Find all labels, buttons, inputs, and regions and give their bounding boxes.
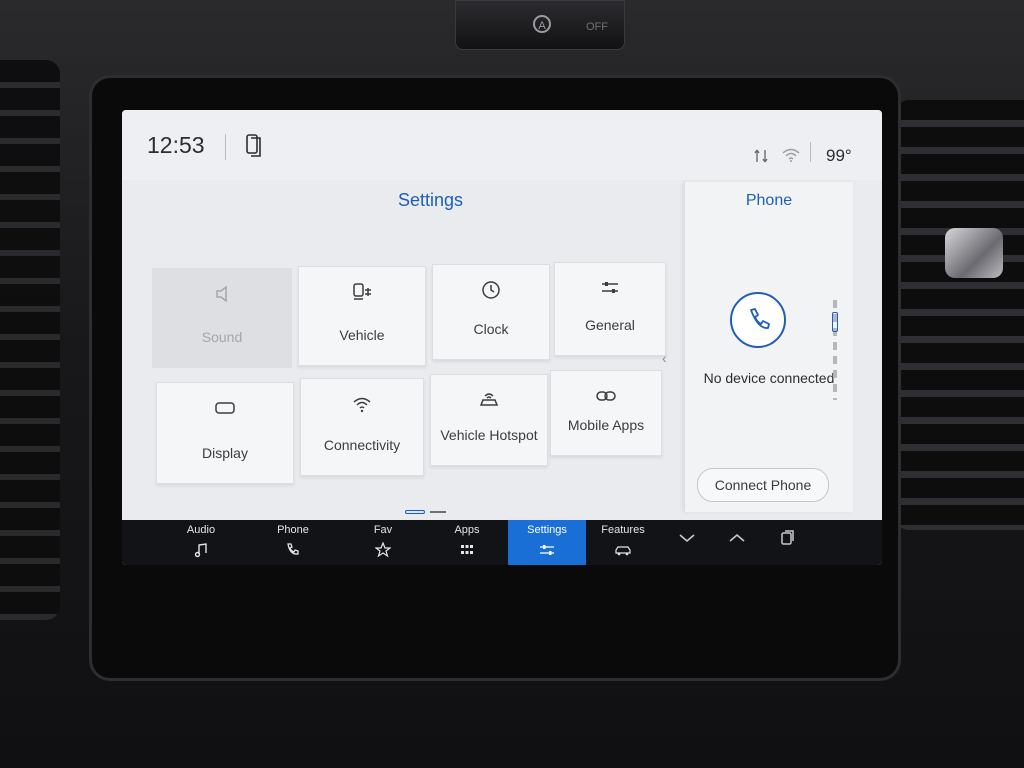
wifi-icon <box>353 397 371 413</box>
clock-icon <box>482 281 500 299</box>
music-note-icon <box>194 543 207 558</box>
status-divider <box>225 134 226 160</box>
off-label: OFF <box>586 21 608 33</box>
tile-label: Connectivity <box>323 437 401 453</box>
phone-panel-title: Phone <box>745 192 793 209</box>
connect-phone-button[interactable]: Connect Phone <box>697 468 829 502</box>
nav-settings[interactable]: Settings <box>508 520 586 565</box>
nav-features[interactable]: Features <box>584 520 662 565</box>
tile-sound[interactable]: Sound <box>152 268 292 368</box>
phone-icon <box>750 308 770 329</box>
phone-icon <box>287 543 299 555</box>
page-title: Settings <box>398 190 464 210</box>
nav-label: Phone <box>277 524 309 536</box>
hotspot-icon <box>479 393 499 406</box>
nav-label: Features <box>601 524 645 536</box>
page-dot-active[interactable] <box>405 510 425 514</box>
bottom-nav-bar: Audio Phone Fav Apps Settings Features <box>122 520 882 565</box>
nav-label: Apps <box>454 524 480 536</box>
scroll-thumb[interactable] <box>832 312 838 332</box>
nav-apps[interactable]: Apps <box>428 520 506 565</box>
link-icon <box>596 391 616 401</box>
status-divider-right <box>810 142 811 162</box>
wifi-icon <box>782 148 800 162</box>
clock-time: 12:53 <box>147 132 205 158</box>
car-icon <box>615 546 631 556</box>
nav-label: Fav <box>373 524 393 536</box>
auto-start-stop-icon: A <box>533 15 551 33</box>
tile-label: General <box>585 317 635 333</box>
tile-mobile-apps[interactable]: Mobile Apps <box>550 370 662 456</box>
nav-fav[interactable]: Fav <box>344 520 422 565</box>
signal-icon <box>754 149 768 163</box>
chevron-up-icon[interactable] <box>724 528 750 548</box>
page-dot[interactable] <box>430 511 446 513</box>
sliders-icon <box>540 545 554 555</box>
display-icon <box>215 402 235 414</box>
outside-temperature: 99° <box>826 146 852 165</box>
tile-general[interactable]: General <box>554 262 666 356</box>
vehicle-settings-icon <box>353 283 371 300</box>
tile-label: Sound <box>201 329 243 345</box>
sliders-icon <box>602 282 618 293</box>
nav-label: Settings <box>527 524 567 536</box>
tile-display[interactable]: Display <box>156 382 294 484</box>
tile-label: Clock <box>473 321 509 337</box>
air-vent-left <box>0 60 60 620</box>
grid-icon <box>461 545 473 554</box>
nav-label: Audio <box>186 524 216 536</box>
tile-label: Vehicle Hotspot <box>440 427 538 443</box>
tile-label: Mobile Apps <box>567 417 645 433</box>
auto-start-stop-button[interactable]: A OFF <box>455 0 625 50</box>
tile-connectivity[interactable]: Connectivity <box>300 378 424 476</box>
phone-call-button[interactable] <box>730 292 786 348</box>
status-bar: 12:53 99° <box>122 110 882 180</box>
speaker-icon <box>216 285 227 303</box>
tile-vehicle[interactable]: Vehicle <box>298 266 426 366</box>
tile-clock[interactable]: Clock <box>432 264 550 360</box>
nav-audio[interactable]: Audio <box>162 520 240 565</box>
chevron-left-icon[interactable]: ‹ <box>662 350 667 366</box>
phone-projection-icon[interactable] <box>246 134 262 158</box>
phone-panel: Phone No device connected Connect Phone <box>684 182 853 512</box>
star-plus-icon <box>375 542 391 558</box>
nav-phone[interactable]: Phone <box>254 520 332 565</box>
chevron-down-icon[interactable] <box>674 528 700 548</box>
vent-adjust-knob <box>945 228 1003 278</box>
phone-status-text: No device connected <box>703 370 835 386</box>
air-vent-right <box>895 100 1024 530</box>
tile-vehicle-hotspot[interactable]: Vehicle Hotspot <box>430 374 548 466</box>
dashboard: A OFF 12:53 99° Settings Sound Vehicle C… <box>0 0 1024 768</box>
tile-label: Display <box>202 445 248 461</box>
infotainment-screen: 12:53 99° Settings Sound Vehicle Clock G… <box>122 110 882 565</box>
tile-label: Vehicle <box>339 327 385 343</box>
copy-icon[interactable] <box>774 528 800 548</box>
